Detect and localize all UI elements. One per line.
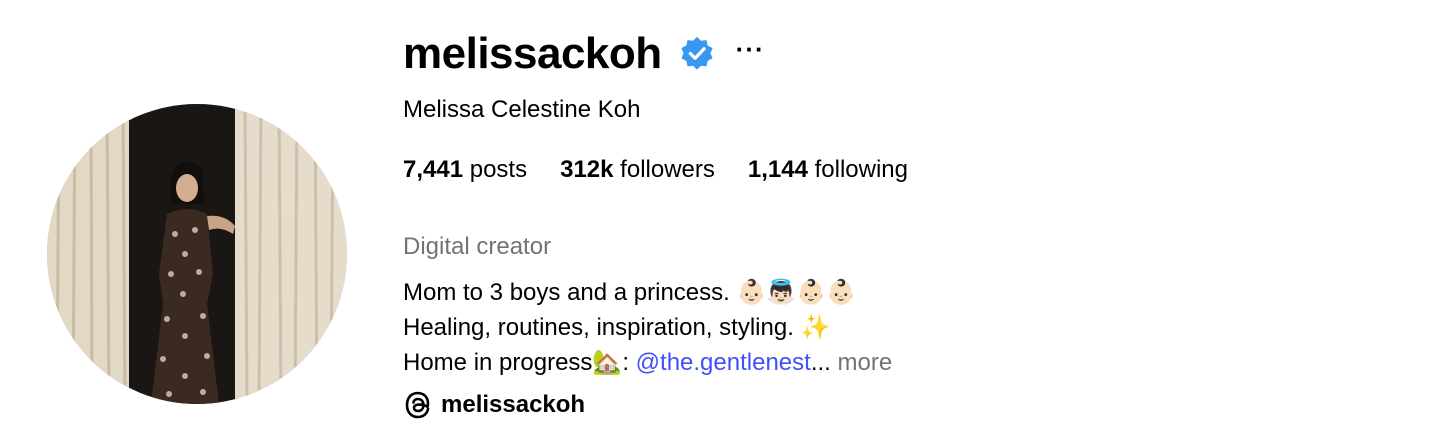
following-label: following — [814, 156, 908, 183]
following-count: 1,144 — [747, 156, 808, 183]
threads-link[interactable]: melissackoh — [403, 390, 585, 420]
profile-username: melissackoh — [403, 29, 662, 78]
bio-line-3-colon: : — [622, 349, 636, 376]
profile-avatar[interactable] — [47, 104, 347, 404]
bio-line-3: Home in progress🏡: @the.gentlenest... mo… — [403, 345, 892, 380]
bio-line-1: Mom to 3 boys and a princess. 👶🏻👼🏻👶🏻👶🏻 — [403, 275, 892, 310]
followers-label: followers — [620, 156, 715, 183]
bio-ellipsis: ... — [810, 349, 831, 376]
posts-label: posts — [469, 156, 528, 183]
profile-bio: Mom to 3 boys and a princess. 👶🏻👼🏻👶🏻👶🏻 H… — [403, 275, 892, 380]
house-emoji: 🏡 — [592, 348, 623, 376]
avatar-image — [47, 104, 347, 404]
posts-stat[interactable]: 7,441 posts — [403, 155, 527, 185]
bio-more-button[interactable]: more — [831, 349, 892, 376]
bio-line-2-text: Healing, routines, inspiration, styling. — [403, 314, 801, 341]
bio-line-2: Healing, routines, inspiration, styling.… — [403, 310, 892, 345]
bio-mention-link[interactable]: @the.gentlenest — [636, 349, 811, 376]
verified-badge-icon — [681, 36, 713, 70]
threads-handle: melissackoh — [441, 391, 586, 418]
profile-category: Digital creator — [403, 233, 552, 260]
profile-stats: 7,441 posts 312k followers 1,144 followi… — [403, 155, 941, 185]
threads-icon — [405, 391, 430, 419]
sparkles-emoji: ✨ — [800, 313, 831, 341]
bio-line-3-text: Home in progress — [403, 349, 593, 376]
more-options-icon[interactable]: ··· — [736, 36, 765, 69]
followers-count: 312k — [560, 156, 614, 183]
baby-emoji-group: 👶🏻👼🏻👶🏻👶🏻 — [736, 278, 857, 306]
bio-line-1-text: Mom to 3 boys and a princess. — [403, 279, 737, 306]
following-link[interactable]: 1,144 following — [748, 155, 908, 185]
followers-link[interactable]: 312k followers — [560, 155, 715, 185]
profile-full-name: Melissa Celestine Koh — [403, 96, 641, 123]
posts-count: 7,441 — [403, 156, 464, 183]
profile-header-row: melissackoh ··· — [403, 26, 765, 82]
